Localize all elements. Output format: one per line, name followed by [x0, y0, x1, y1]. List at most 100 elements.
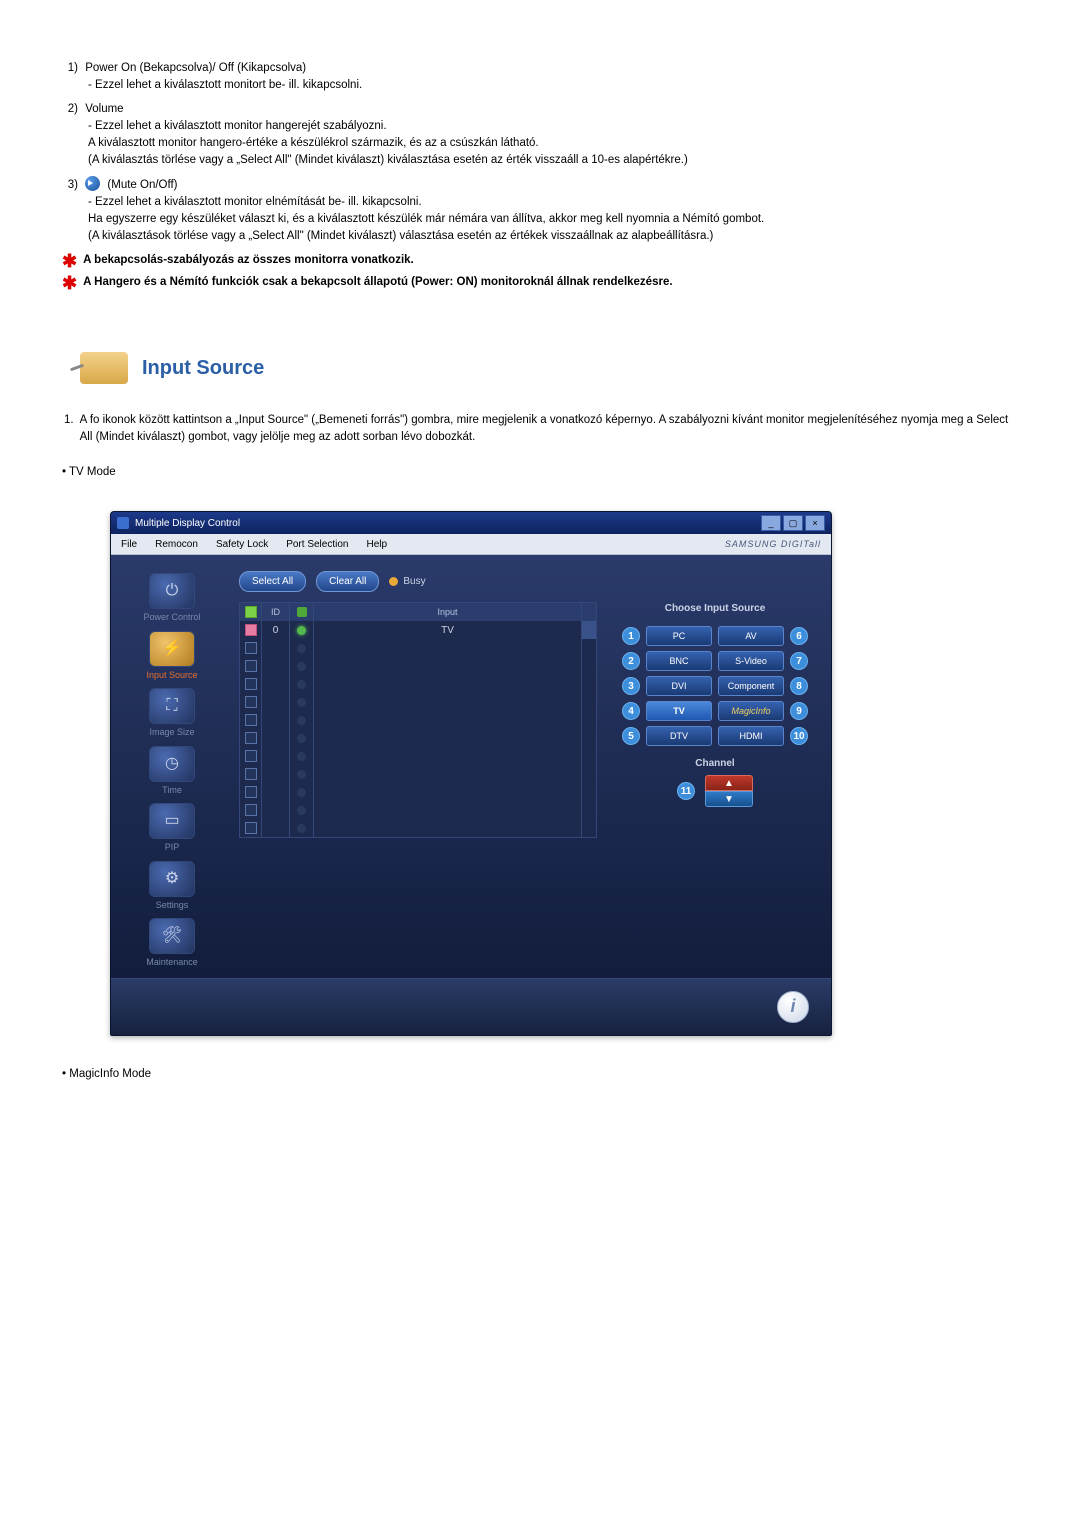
item-desc: - Ezzel lehet a kiválasztott monitort be… — [88, 77, 1010, 94]
sidebar-item-image-size[interactable]: ⛶Image Size — [149, 688, 195, 740]
star-icon: ✱ — [62, 252, 77, 270]
menubar: File Remocon Safety Lock Port Selection … — [111, 534, 831, 555]
brand-label: SAMSUNG DIGITall — [725, 538, 821, 552]
checkbox-header-icon[interactable] — [245, 606, 257, 618]
row-checkbox[interactable] — [245, 642, 257, 654]
sidebar-item-pip[interactable]: ▭PIP — [149, 803, 195, 855]
sidebar-item-maintenance[interactable]: 🛠Maintenance — [146, 918, 198, 970]
bullet-magicinfo-mode: MagicInfo Mode — [62, 1066, 1010, 1083]
table-row[interactable] — [240, 729, 596, 747]
pip-icon: ▭ — [149, 803, 195, 839]
menu-help[interactable]: Help — [366, 537, 387, 552]
row-checkbox[interactable] — [245, 624, 257, 636]
table-row[interactable] — [240, 747, 596, 765]
sidebar-item-settings[interactable]: ⚙Settings — [149, 861, 195, 913]
app-window: Multiple Display Control _ ▢ × File Remo… — [110, 511, 832, 1036]
input-source-icon — [80, 352, 128, 384]
item-desc: (A kiválasztások törlése vagy a „Select … — [88, 228, 1010, 245]
select-all-button[interactable]: Select All — [239, 571, 306, 592]
status-led-icon — [297, 824, 306, 833]
callout-2: 2 — [622, 652, 640, 670]
maximize-button[interactable]: ▢ — [783, 515, 803, 531]
sidebar-item-power[interactable]: ⏻Power Control — [143, 573, 200, 625]
table-row[interactable] — [240, 639, 596, 657]
gear-icon: ⚙ — [149, 861, 195, 897]
source-dtv-button[interactable]: DTV — [646, 726, 712, 746]
menu-port-selection[interactable]: Port Selection — [286, 537, 348, 552]
table-row[interactable] — [240, 693, 596, 711]
table-row[interactable] — [240, 711, 596, 729]
menu-remocon[interactable]: Remocon — [155, 537, 198, 552]
menu-safety-lock[interactable]: Safety Lock — [216, 537, 268, 552]
cell-id: 0 — [262, 621, 290, 639]
source-magicinfo-button[interactable]: MagicInfo — [718, 701, 784, 721]
item-number: 1) — [60, 60, 78, 77]
sidebar: ⏻Power Control ⚡Input Source ⛶Image Size… — [111, 555, 233, 978]
source-pc-button[interactable]: PC — [646, 626, 712, 646]
table-row[interactable] — [240, 657, 596, 675]
menu-file[interactable]: File — [121, 537, 137, 552]
row-checkbox[interactable] — [245, 822, 257, 834]
clear-all-button[interactable]: Clear All — [316, 571, 379, 592]
table-row[interactable] — [240, 675, 596, 693]
power-icon: ⏻ — [149, 573, 195, 609]
status-led-icon — [297, 680, 306, 689]
monitor-table: ID Input 0 TV — [239, 602, 597, 838]
section-header: Input Source — [60, 352, 1010, 384]
sidebar-item-time[interactable]: ◷Time — [149, 746, 195, 798]
table-row[interactable]: 0 TV — [240, 621, 596, 639]
row-checkbox[interactable] — [245, 750, 257, 762]
row-checkbox[interactable] — [245, 786, 257, 798]
note-text: A bekapcsolás-szabályozás az összes moni… — [83, 252, 1010, 269]
callout-3: 3 — [622, 677, 640, 695]
status-led-icon — [297, 734, 306, 743]
row-checkbox[interactable] — [245, 696, 257, 708]
table-row[interactable] — [240, 801, 596, 819]
callout-4: 4 — [622, 702, 640, 720]
minimize-button[interactable]: _ — [761, 515, 781, 531]
channel-down-button[interactable]: ▼ — [705, 791, 753, 807]
th-id: ID — [262, 603, 290, 621]
app-icon — [117, 517, 129, 529]
row-checkbox[interactable] — [245, 768, 257, 780]
row-checkbox[interactable] — [245, 732, 257, 744]
para-number: 1. — [64, 412, 74, 447]
callout-5: 5 — [622, 727, 640, 745]
table-row[interactable] — [240, 765, 596, 783]
row-checkbox[interactable] — [245, 678, 257, 690]
source-component-button[interactable]: Component — [718, 676, 784, 696]
scrollbar-thumb[interactable] — [582, 621, 596, 639]
item-number: 3) — [60, 177, 78, 194]
callout-10: 10 — [790, 727, 808, 745]
list-item-3: 3) (Mute On/Off) - Ezzel lehet a kiválas… — [60, 176, 1010, 246]
channel-up-button[interactable]: ▲ — [705, 775, 753, 791]
status-led-icon — [297, 716, 306, 725]
row-checkbox[interactable] — [245, 714, 257, 726]
status-led-icon — [297, 788, 306, 797]
status-led-icon — [297, 806, 306, 815]
close-button[interactable]: × — [805, 515, 825, 531]
source-tv-button[interactable]: TV — [646, 701, 712, 721]
wrench-icon: 🛠 — [149, 918, 195, 954]
info-icon[interactable]: i — [777, 991, 809, 1023]
table-row[interactable] — [240, 783, 596, 801]
item-desc: A kiválasztott monitor hangero-értéke a … — [88, 135, 1010, 152]
callout-8: 8 — [790, 677, 808, 695]
note-text: A Hangero és a Némító funkciók csak a be… — [83, 274, 1010, 291]
source-av-button[interactable]: AV — [718, 626, 784, 646]
table-header: ID Input — [240, 603, 596, 621]
source-bnc-button[interactable]: BNC — [646, 651, 712, 671]
source-hdmi-button[interactable]: HDMI — [718, 726, 784, 746]
source-dvi-button[interactable]: DVI — [646, 676, 712, 696]
clock-icon: ◷ — [149, 746, 195, 782]
row-checkbox[interactable] — [245, 804, 257, 816]
star-icon: ✱ — [62, 274, 77, 292]
para-text: A fo ikonok között kattintson a „Input S… — [80, 412, 1010, 447]
callout-11: 11 — [677, 782, 695, 800]
callout-7: 7 — [790, 652, 808, 670]
source-svideo-button[interactable]: S-Video — [718, 651, 784, 671]
item-number: 2) — [60, 101, 78, 118]
row-checkbox[interactable] — [245, 660, 257, 672]
sidebar-item-input-source[interactable]: ⚡Input Source — [146, 631, 197, 683]
table-row[interactable] — [240, 819, 596, 837]
